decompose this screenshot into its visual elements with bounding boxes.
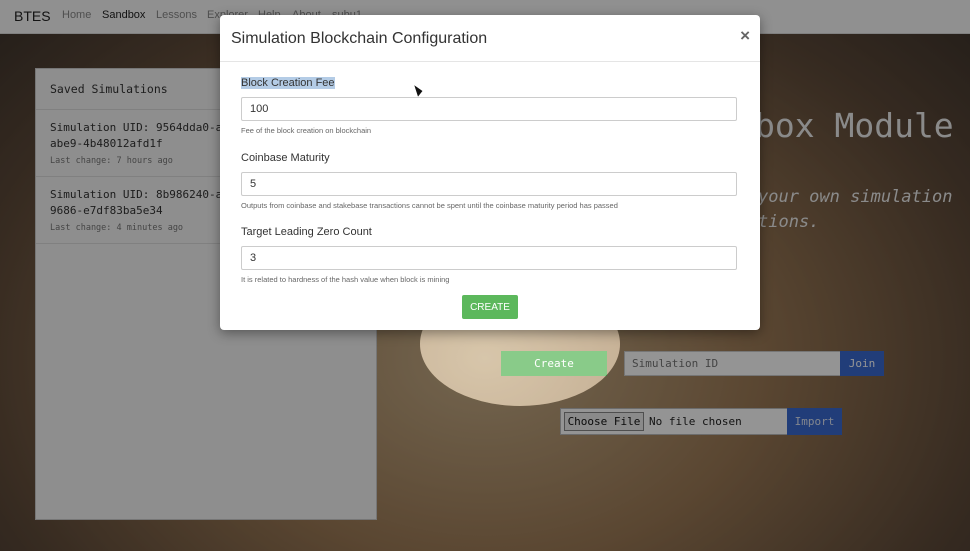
target-leading-zero-label: Target Leading Zero Count — [241, 226, 372, 238]
target-leading-zero-help: It is related to hardness of the hash va… — [241, 275, 450, 284]
coinbase-maturity-label: Coinbase Maturity — [241, 152, 330, 164]
target-leading-zero-input[interactable] — [241, 246, 737, 270]
block-creation-fee-label: Block Creation Fee — [241, 77, 335, 89]
block-creation-fee-help: Fee of the block creation on blockchain — [241, 126, 372, 135]
modal-header: Simulation Blockchain Configuration × — [220, 15, 760, 62]
coinbase-maturity-input[interactable] — [241, 172, 737, 196]
close-icon[interactable]: × — [740, 26, 750, 46]
target-leading-zero-group: Target Leading Zero Count It is related … — [241, 222, 739, 284]
modal-title: Simulation Blockchain Configuration — [231, 30, 488, 47]
configuration-modal: Simulation Blockchain Configuration × Bl… — [220, 15, 760, 330]
block-creation-fee-group: Block Creation Fee Fee of the block crea… — [241, 73, 739, 135]
block-creation-fee-input[interactable] — [241, 97, 737, 121]
create-button[interactable]: CREATE — [462, 295, 518, 319]
coinbase-maturity-help: Outputs from coinbase and stakebase tran… — [241, 201, 618, 210]
coinbase-maturity-group: Coinbase Maturity Outputs from coinbase … — [241, 148, 739, 210]
